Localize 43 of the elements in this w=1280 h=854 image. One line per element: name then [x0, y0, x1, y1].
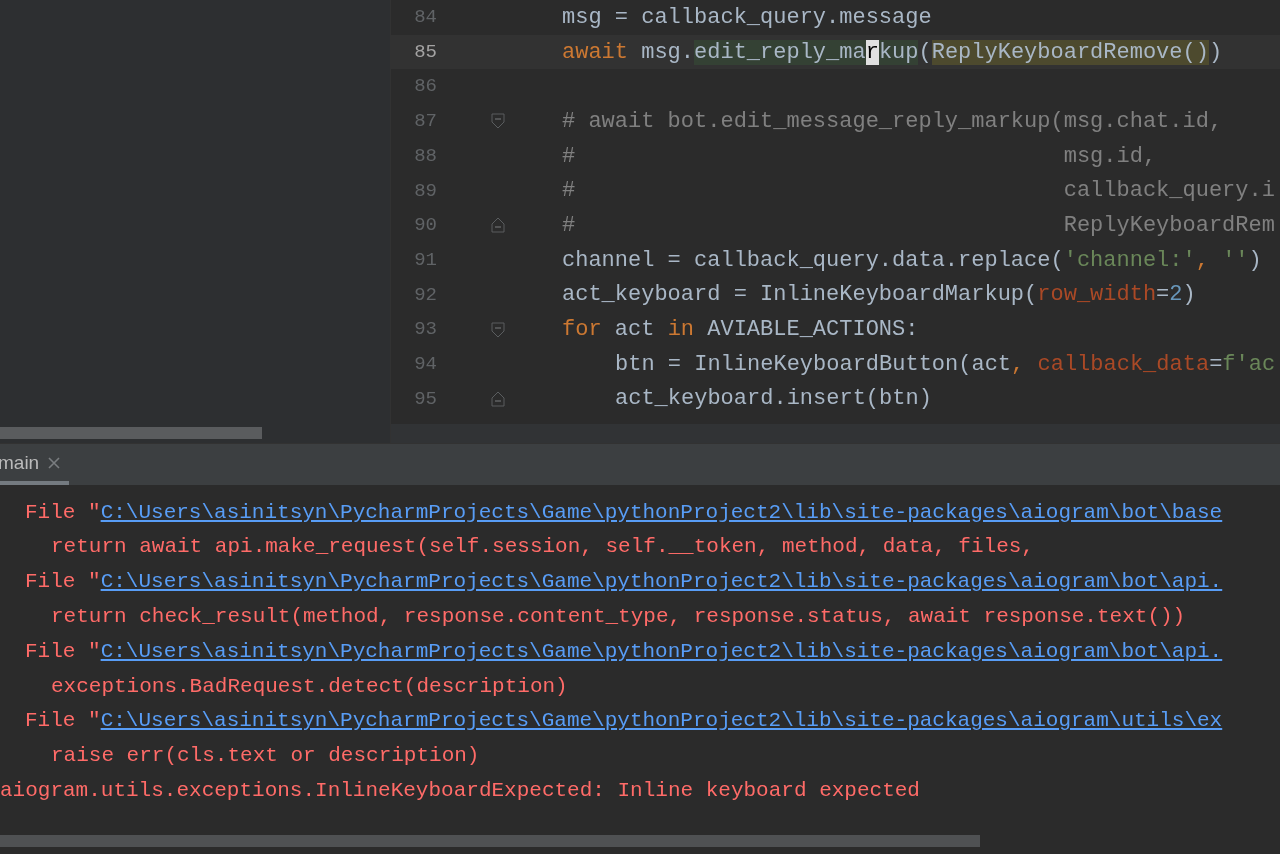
code-line: act_keyboard = InlineKeyboardMarkup(row_width=2) [562, 281, 1196, 310]
console-text: exceptions.BadRequest.detect(description) [51, 673, 568, 700]
console-text: File " [25, 708, 101, 735]
line-number: 87 [413, 109, 437, 135]
line-number: 84 [413, 5, 437, 31]
console-text: File " [25, 569, 101, 596]
close-icon[interactable] [47, 456, 62, 470]
code-line: btn = InlineKeyboardButton(act, callback_data=f'ac [614, 350, 1276, 379]
line-number: 88 [413, 143, 437, 169]
line-number: 93 [413, 317, 437, 343]
code-line: # ReplyKeyboardRem [562, 211, 1275, 240]
code-line: msg = callback_query.message [562, 3, 932, 32]
code-line: # msg.id, [562, 142, 1157, 171]
line-number: 91 [413, 247, 437, 273]
file-link[interactable]: C:\Users\asinitsyn\PycharmProjects\Game\pythonProject2\lib\site-packages\aiogram\bot\base [100, 496, 1223, 529]
line-number: 92 [413, 282, 437, 308]
file-link[interactable]: C:\Users\asinitsyn\PycharmProjects\Game\pythonProject2\lib\site-packages\aiogram\bot\api. [100, 566, 1223, 598]
line-number: 86 [413, 74, 437, 100]
line-number: 85 [413, 39, 437, 65]
file-link[interactable]: C:\Users\asinitsyn\PycharmProjects\Game\pythonProject2\lib\site-packages\aiogram\utils\ex [100, 705, 1223, 737]
line-number: 95 [413, 386, 437, 412]
file-link[interactable]: C:\Users\asinitsyn\PycharmProjects\Game\pythonProject2\lib\site-packages\aiogram\bot\api. [100, 635, 1223, 668]
scrollbar[interactable] [0, 427, 262, 439]
line-number: 90 [413, 213, 437, 239]
fold-icon[interactable] [491, 217, 505, 234]
code-line: channel = callback_query.data.replace('channel:', '') [562, 246, 1262, 275]
console-text: return check_result(method, response.content_type, response.status, await response.text()) [51, 604, 1186, 631]
fold-icon[interactable] [491, 321, 505, 338]
console-text: File " [25, 638, 101, 665]
console-text: aiogram.utils.exceptions.InlineKeyboardExpected: Inline keyboard expected [0, 778, 920, 804]
fold-icon[interactable] [491, 113, 505, 130]
code-line: for act in AVIABLE_ACTIONS: [562, 316, 919, 345]
code-line: await msg.edit_reply_markup(ReplyKeyboardRemove()) [562, 38, 1223, 67]
code-line: # callback_query.i [562, 177, 1275, 206]
console-text: return await api.make_request(self.session, self.__token, method, data, files, [51, 534, 1034, 561]
line-number: 94 [413, 351, 437, 377]
code-line: act_keyboard.insert(btn) [614, 385, 932, 414]
code-line: # await bot.edit_message_reply_markup(msg.chat.id, [562, 107, 1223, 136]
fold-icon[interactable] [491, 390, 505, 407]
console-text: File " [25, 499, 101, 526]
line-number: 89 [413, 178, 437, 204]
console-text: raise err(cls.text or description) [51, 743, 480, 770]
scrollbar[interactable] [0, 835, 980, 847]
